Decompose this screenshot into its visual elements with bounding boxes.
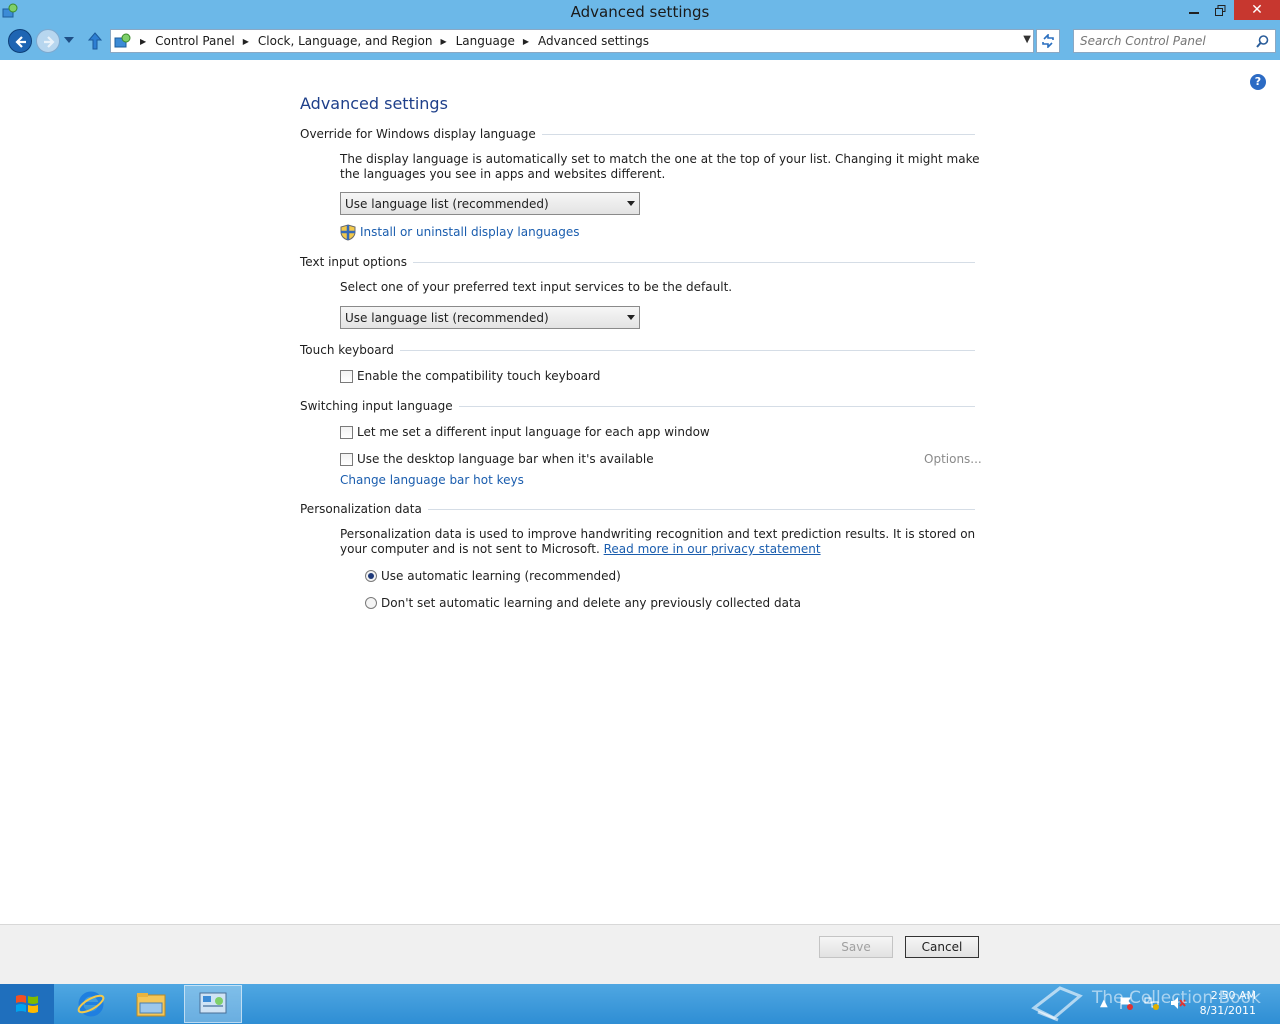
chevron-right-icon[interactable]: ▶	[243, 37, 249, 46]
section-heading-text: Personalization data	[300, 502, 422, 516]
breadcrumb-language[interactable]: Language	[456, 34, 515, 48]
system-clock[interactable]: 2:50 AM 8/31/2011	[1200, 988, 1256, 1018]
per-app-language-checkbox-row[interactable]: Let me set a different input language fo…	[340, 425, 710, 439]
recent-pages-icon[interactable]	[64, 37, 74, 43]
up-arrow-icon[interactable]	[88, 32, 102, 50]
content-area: ? Advanced settings Override for Windows…	[0, 60, 1280, 924]
internet-explorer-icon	[77, 991, 105, 1017]
automatic-learning-radio-row[interactable]: Use automatic learning (recommended)	[365, 569, 621, 583]
checkbox-label[interactable]: Let me set a different input language fo…	[357, 425, 710, 439]
personalization-description: Personalization data is used to improve …	[340, 527, 980, 557]
refresh-icon	[1042, 34, 1054, 48]
divider	[458, 405, 975, 407]
minimize-button[interactable]	[1182, 0, 1206, 20]
divider	[399, 349, 975, 351]
desktop-language-bar-checkbox[interactable]	[340, 452, 353, 466]
cancel-button[interactable]: Cancel	[905, 936, 979, 958]
install-display-languages-link[interactable]: Install or uninstall display languages	[360, 225, 580, 239]
clock-time: 2:50 AM	[1210, 989, 1256, 1002]
restore-icon	[1214, 4, 1225, 16]
touch-keyboard-checkbox[interactable]	[340, 369, 353, 383]
taskbar: ▲ 2:50 AM 8/31/2011	[0, 984, 1280, 1024]
dropdown-arrow-icon	[627, 201, 635, 206]
search-box[interactable]	[1073, 29, 1276, 53]
back-button[interactable]	[8, 29, 32, 53]
select-value: Use language list (recommended)	[345, 197, 549, 211]
save-button[interactable]: Save	[819, 936, 893, 958]
chevron-right-icon[interactable]: ▶	[523, 37, 529, 46]
windows-logo-icon	[16, 995, 38, 1013]
breadcrumb-advanced-settings[interactable]: Advanced settings	[538, 34, 649, 48]
desktop-language-bar-checkbox-row[interactable]: Use the desktop language bar when it's a…	[340, 452, 654, 466]
checkbox-label[interactable]: Use the desktop language bar when it's a…	[357, 452, 654, 466]
taskbar-internet-explorer[interactable]	[62, 985, 120, 1023]
system-tray: ▲	[1100, 996, 1186, 1010]
minimize-icon	[1189, 12, 1199, 14]
section-heading-text: Text input options	[300, 255, 407, 269]
no-learning-radio-row[interactable]: Don't set automatic learning and delete …	[365, 596, 801, 610]
chevron-right-icon[interactable]: ▶	[140, 37, 146, 46]
taskbar-control-panel[interactable]	[184, 985, 242, 1023]
volume-muted-icon[interactable]	[1170, 996, 1186, 1010]
maximize-button[interactable]	[1208, 0, 1232, 20]
no-learning-radio[interactable]	[365, 597, 377, 609]
uac-shield-icon	[340, 224, 356, 241]
per-app-language-checkbox[interactable]	[340, 425, 353, 439]
network-icon[interactable]	[1144, 996, 1160, 1010]
dropdown-arrow-icon	[627, 315, 635, 320]
back-arrow-icon	[15, 36, 26, 48]
title-bar: Advanced settings ✕	[0, 0, 1280, 26]
action-center-icon[interactable]	[1118, 996, 1134, 1010]
close-button[interactable]: ✕	[1234, 0, 1280, 20]
search-icon[interactable]	[1256, 35, 1269, 48]
text-input-select[interactable]: Use language list (recommended)	[340, 306, 640, 329]
section-display-language-heading: Override for Windows display language	[300, 127, 975, 141]
taskbar-file-explorer[interactable]	[122, 985, 180, 1023]
close-icon: ✕	[1251, 2, 1263, 18]
address-bar[interactable]: ▶ Control Panel ▶ Clock, Language, and R…	[110, 29, 1034, 53]
section-personalization-heading: Personalization data	[300, 502, 975, 516]
help-icon[interactable]: ?	[1250, 74, 1266, 90]
change-hotkeys-link[interactable]: Change language bar hot keys	[340, 473, 524, 487]
radio-label[interactable]: Use automatic learning (recommended)	[381, 569, 621, 583]
folder-icon	[136, 993, 166, 1017]
navigation-bar: ▶ Control Panel ▶ Clock, Language, and R…	[0, 26, 1280, 58]
text-input-description: Select one of your preferred text input …	[340, 280, 733, 294]
divider	[412, 261, 975, 263]
divider	[541, 133, 975, 135]
divider	[427, 508, 975, 510]
start-button[interactable]	[0, 984, 54, 1024]
language-bar-options-link[interactable]: Options...	[924, 452, 982, 466]
forward-arrow-icon	[44, 36, 55, 48]
section-switching-heading: Switching input language	[300, 399, 975, 413]
address-dropdown-icon[interactable]: ▼	[1023, 34, 1031, 45]
section-heading-text: Switching input language	[300, 399, 453, 413]
section-heading-text: Touch keyboard	[300, 343, 394, 357]
control-panel-icon	[199, 992, 227, 1014]
display-language-select[interactable]: Use language list (recommended)	[340, 192, 640, 215]
touch-keyboard-checkbox-row[interactable]: Enable the compatibility touch keyboard	[340, 369, 600, 383]
show-hidden-icons-icon[interactable]: ▲	[1100, 998, 1108, 1009]
forward-button[interactable]	[36, 29, 60, 53]
refresh-button[interactable]	[1036, 29, 1060, 53]
breadcrumb-control-panel[interactable]: Control Panel	[155, 34, 235, 48]
window-title: Advanced settings	[570, 3, 710, 21]
checkbox-label[interactable]: Enable the compatibility touch keyboard	[357, 369, 600, 383]
radio-label[interactable]: Don't set automatic learning and delete …	[381, 596, 801, 610]
select-value: Use language list (recommended)	[345, 311, 549, 325]
clock-date: 8/31/2011	[1199, 1004, 1256, 1017]
chevron-right-icon[interactable]: ▶	[440, 37, 446, 46]
section-text-input-heading: Text input options	[300, 255, 975, 269]
search-input[interactable]	[1080, 33, 1250, 49]
privacy-statement-link[interactable]: Read more in our privacy statement	[604, 542, 821, 556]
dialog-footer: Save Cancel	[0, 924, 1280, 984]
breadcrumb-clock-language-region[interactable]: Clock, Language, and Region	[258, 34, 433, 48]
automatic-learning-radio[interactable]	[365, 570, 377, 582]
display-language-description: The display language is automatically se…	[340, 152, 980, 181]
section-touch-keyboard-heading: Touch keyboard	[300, 343, 975, 357]
page-title: Advanced settings	[300, 94, 448, 113]
section-heading-text: Override for Windows display language	[300, 127, 536, 141]
control-panel-icon	[114, 33, 131, 48]
